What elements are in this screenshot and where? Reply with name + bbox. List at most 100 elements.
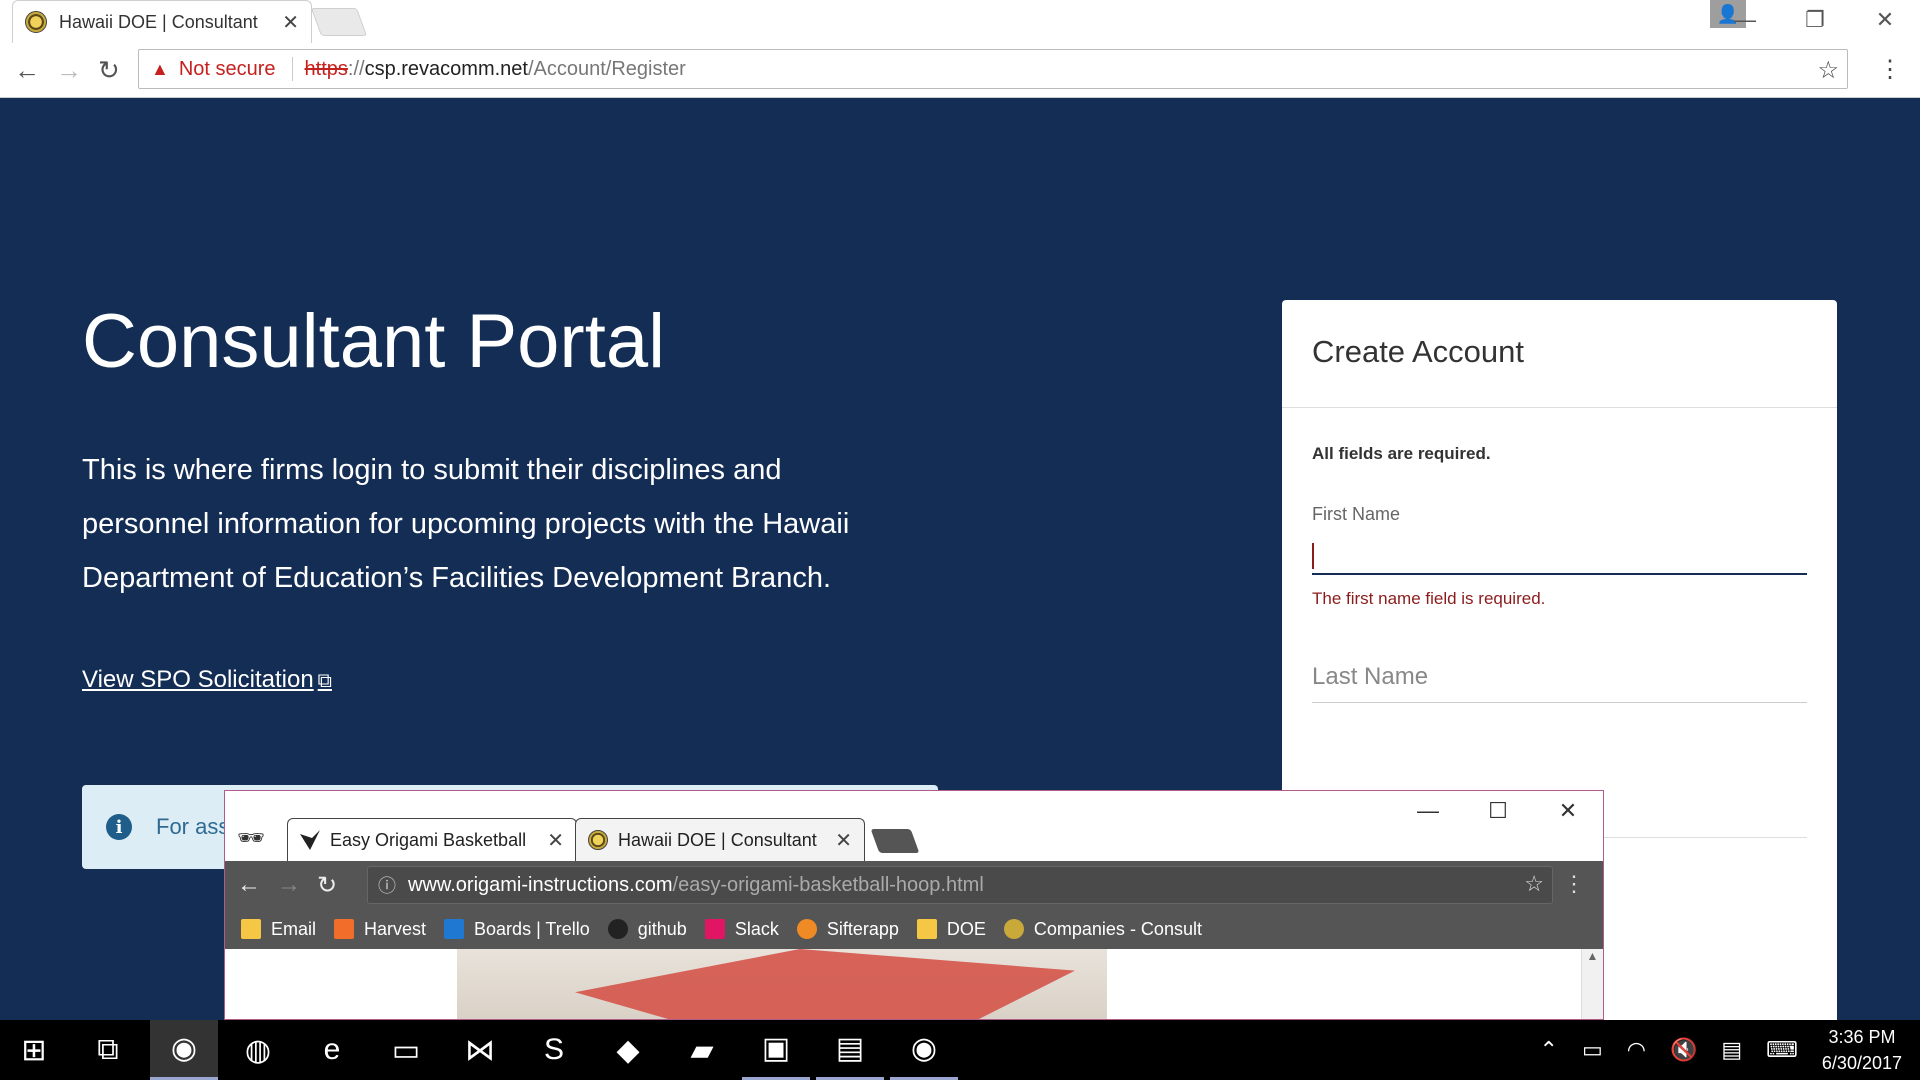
second-window-toolbar: ← → ↻ ⓘ www.origami-instructions.com /ea…: [225, 861, 1603, 909]
file-explorer-icon[interactable]: ▭: [372, 1020, 440, 1080]
system-tray: ⌃ ▭ ◠ 🔇 ▤ ⌨ 3:36 PM 6/30/2017: [1540, 1020, 1920, 1080]
firefox-taskbar-icon[interactable]: ◍: [224, 1020, 292, 1080]
windows-start-icon[interactable]: ⊞: [0, 1020, 68, 1080]
reload-icon[interactable]: ↻: [98, 55, 120, 86]
edge-taskbar-icon[interactable]: e: [298, 1020, 366, 1080]
minimize-icon[interactable]: —: [1393, 798, 1463, 824]
url-scheme: https: [304, 57, 348, 80]
slack-icon: [704, 919, 725, 939]
bookmark-companies[interactable]: Companies - Consult: [1003, 918, 1202, 940]
address-bar[interactable]: ⓘ www.origami-instructions.com /easy-ori…: [367, 866, 1553, 904]
chrome-taskbar-icon[interactable]: ◉: [150, 1020, 218, 1080]
notifications-icon[interactable]: ▤: [1721, 1037, 1742, 1063]
tab-close-icon[interactable]: ✕: [282, 10, 299, 35]
address-bar[interactable]: ▲ Not secure https :// csp.revacomm.net …: [138, 49, 1848, 89]
tab-close-icon[interactable]: ✕: [547, 828, 564, 853]
bookmark-star-icon[interactable]: ☆: [1524, 871, 1544, 897]
url-path: /easy-origami-basketball-hoop.html: [672, 873, 984, 896]
reload-icon[interactable]: ↻: [317, 871, 337, 900]
first-name-input[interactable]: [1312, 535, 1807, 575]
divider: [291, 57, 293, 81]
speaker-muted-icon[interactable]: 🔇: [1670, 1037, 1697, 1063]
back-arrow-icon[interactable]: ←: [237, 871, 261, 899]
tab-hawaii-doe[interactable]: Hawaii DOE | Consultant ✕: [575, 818, 865, 861]
slack-taskbar-icon[interactable]: S: [520, 1020, 588, 1080]
tab-close-icon[interactable]: ✕: [835, 828, 852, 853]
page-description: This is where firms login to submit thei…: [82, 454, 850, 594]
bookmark-star-icon[interactable]: ☆: [1817, 56, 1839, 85]
site-info-icon[interactable]: ⓘ: [378, 872, 396, 898]
second-window-tab-strip: 🕶 Easy Origami Basketball | ✕ Hawaii DOE…: [225, 791, 1603, 861]
trello-icon: [444, 919, 465, 939]
menu-kebab-icon[interactable]: ⋮: [1878, 55, 1902, 84]
last-name-input[interactable]: Last Name: [1312, 663, 1807, 703]
new-tab-button[interactable]: [310, 8, 368, 36]
hawaii-doe-favicon-icon: [25, 11, 47, 33]
external-link-icon: ⧉: [317, 670, 332, 692]
bookmark-slack[interactable]: Slack: [704, 919, 779, 940]
chevron-up-icon[interactable]: ⌃: [1540, 1037, 1558, 1063]
bookmark-label: Sifterapp: [826, 918, 899, 939]
tab-title: Easy Origami Basketball |: [330, 829, 530, 850]
wifi-icon[interactable]: ◠: [1627, 1037, 1646, 1063]
minimize-icon[interactable]: —: [1710, 7, 1780, 33]
create-account-form: All fields are required. First Name The …: [1282, 408, 1837, 838]
bookmark-trello[interactable]: Boards | Trello: [444, 919, 590, 940]
clock-time: 3:36 PM: [1828, 1027, 1896, 1047]
folder-icon: [241, 919, 261, 939]
url-host: www.origami-instructions.com: [408, 873, 673, 896]
task-view-icon[interactable]: ⧉: [74, 1020, 142, 1080]
warning-icon: ▲: [151, 58, 169, 79]
taskbar: ⊞ ⧉ ◉ ◍ e ▭ ⋈ S ◆ ▰ ▣ ▤ ◉ ⌃ ▭ ◠ 🔇 ▤ ⌨ 3:…: [0, 1020, 1920, 1080]
hawaii-doe-favicon-icon: [1003, 919, 1024, 939]
bookmark-label: Companies - Consult: [1033, 918, 1202, 939]
close-icon[interactable]: ✕: [1533, 798, 1603, 824]
forward-arrow-icon[interactable]: →: [277, 871, 301, 899]
window-controls: — ☐ ✕: [1393, 791, 1603, 831]
new-tab-button[interactable]: [870, 829, 920, 853]
bookmark-sifterapp[interactable]: Sifterapp: [796, 918, 899, 940]
forward-arrow-icon[interactable]: →: [56, 55, 82, 86]
terminal-taskbar-icon[interactable]: ▣: [742, 1020, 810, 1080]
url-scheme-separator: ://: [347, 57, 365, 80]
clock[interactable]: 3:36 PM 6/30/2017: [1822, 1024, 1902, 1076]
github-icon: [607, 919, 628, 939]
clock-date: 6/30/2017: [1821, 1053, 1902, 1073]
bookmark-doe[interactable]: DOE: [916, 918, 986, 940]
close-icon[interactable]: ✕: [1850, 7, 1920, 33]
tab-title: Hawaii DOE | Consultant: [59, 11, 258, 32]
bookmark-harvest[interactable]: Harvest: [334, 919, 426, 940]
card-title: Create Account: [1282, 300, 1837, 408]
menu-kebab-icon[interactable]: ⋮: [1563, 871, 1585, 897]
folder-icon: [916, 919, 937, 939]
view-spo-solicitation-link[interactable]: View SPO Solicitation ⧉: [82, 666, 332, 694]
git-taskbar-icon[interactable]: ◆: [594, 1020, 662, 1080]
chrome-incognito-taskbar-icon[interactable]: ◉: [890, 1020, 958, 1080]
first-name-label: First Name: [1312, 504, 1401, 524]
bookmark-label: Harvest: [364, 918, 427, 939]
browser-tab-strip: Hawaii DOE | Consultant ✕ 👤 — ❐ ✕: [0, 0, 1920, 43]
info-icon: i: [106, 814, 132, 840]
bookmark-label: github: [637, 918, 687, 939]
back-arrow-icon[interactable]: ←: [14, 55, 40, 86]
scrollbar[interactable]: ▲: [1581, 949, 1603, 1019]
battery-icon[interactable]: ▭: [1582, 1037, 1603, 1063]
bookmark-label: DOE: [946, 918, 986, 939]
window-controls: — ❐ ✕: [1710, 0, 1920, 40]
sheet-taskbar-icon[interactable]: ▤: [816, 1020, 884, 1080]
page-title: Consultant Portal: [82, 299, 665, 384]
browser-tab-active[interactable]: Hawaii DOE | Consultant ✕: [12, 0, 312, 43]
not-secure-label[interactable]: Not secure: [179, 58, 276, 81]
bookmark-label: Email: [271, 918, 317, 939]
maximize-icon[interactable]: ☐: [1463, 798, 1533, 824]
keyboard-icon[interactable]: ⌨: [1766, 1037, 1798, 1063]
info-alert-text: For ass: [156, 814, 230, 839]
spo-link-label: View SPO Solicitation: [82, 666, 314, 693]
tab-origami[interactable]: Easy Origami Basketball | ✕: [287, 818, 577, 861]
notes-taskbar-icon[interactable]: ▰: [668, 1020, 736, 1080]
second-browser-window: 🕶 Easy Origami Basketball | ✕ Hawaii DOE…: [224, 790, 1604, 1020]
bookmark-github[interactable]: github: [607, 918, 687, 940]
visual-studio-icon[interactable]: ⋈: [446, 1020, 514, 1080]
bookmark-email[interactable]: Email: [241, 919, 316, 940]
restore-icon[interactable]: ❐: [1780, 7, 1850, 33]
